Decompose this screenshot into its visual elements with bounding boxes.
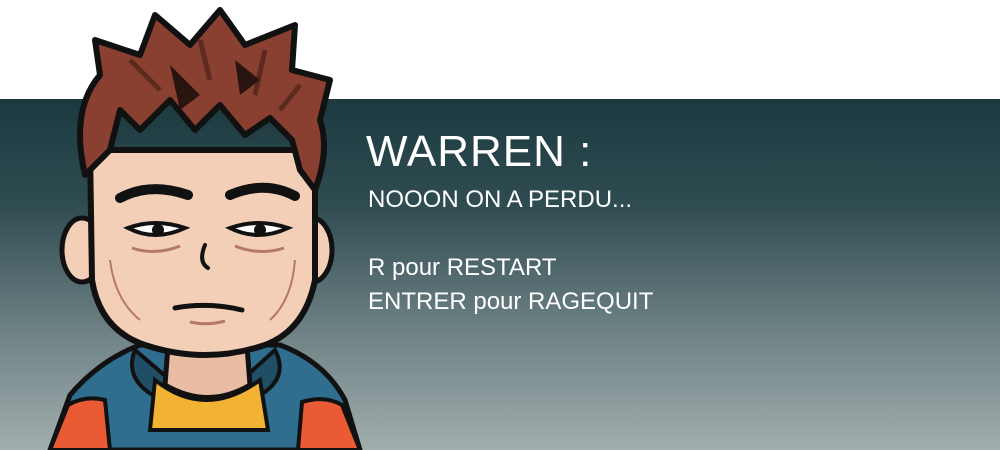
- restart-hint: R pour RESTART: [368, 254, 557, 281]
- dialog-box: WARREN : NOOON ON A PERDU... R pour REST…: [366, 125, 968, 319]
- dialog-message: NOOON ON A PERDU...: [368, 186, 633, 213]
- ragequit-hint: ENTRER pour RAGEQUIT: [368, 288, 654, 315]
- speaker-name: WARREN :: [366, 127, 593, 176]
- warren-portrait: [30, 0, 370, 450]
- dialog-spacer: [368, 217, 968, 251]
